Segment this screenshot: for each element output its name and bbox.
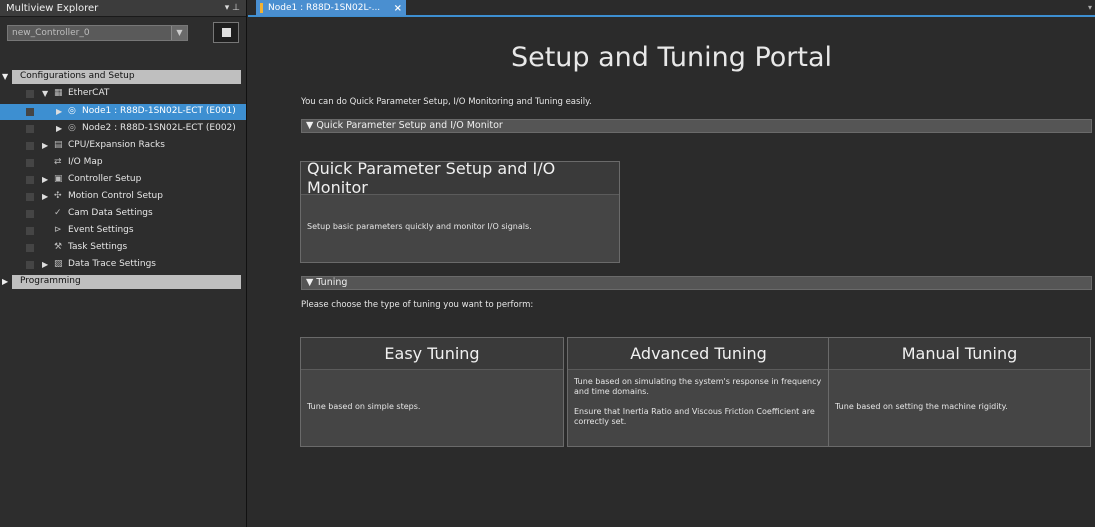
task-icon: ⚒: [54, 242, 63, 252]
expand-down-icon[interactable]: ▼: [42, 89, 48, 98]
motion-control-icon: ✣: [54, 191, 62, 201]
quick-setup-section-header[interactable]: ▼ Quick Parameter Setup and I/O Monitor: [301, 119, 1092, 133]
tree-item-task-settings[interactable]: ⚒ Task Settings: [0, 240, 246, 256]
multiview-explorer-pane: Multiview Explorer ▾ ⊥ new_Controller_0 …: [0, 0, 247, 527]
advanced-tuning-desc: Tune based on simulating the system's re…: [574, 377, 823, 437]
io-map-icon: ⇄: [54, 157, 62, 167]
tab-label: Node1 : R88D-1SN02L-...: [268, 3, 381, 13]
expand-right-icon[interactable]: ▶: [42, 192, 48, 201]
controller-select-value: new_Controller_0: [12, 28, 90, 38]
tab-node1[interactable]: Node1 : R88D-1SN02L-... ×: [256, 0, 406, 16]
rack-icon: ▤: [54, 140, 63, 150]
explorer-title: Multiview Explorer: [6, 2, 99, 14]
expand-right-icon[interactable]: ▶: [56, 124, 62, 133]
easy-tuning-desc: Tune based on simple steps.: [307, 402, 421, 411]
event-icon: ⊳: [54, 225, 62, 235]
tree-item-configurations-and-setup[interactable]: ▼ Configurations and Setup: [2, 70, 241, 84]
chevron-down-icon[interactable]: ▼: [171, 26, 187, 40]
tree-item-label: Cam Data Settings: [68, 208, 153, 218]
expand-right-icon[interactable]: ▶: [42, 141, 48, 150]
expand-down-icon[interactable]: ▼: [2, 72, 8, 81]
tree-item-label: Data Trace Settings: [68, 259, 157, 269]
setup-tuning-portal: Setup and Tuning Portal You can do Quick…: [248, 19, 1095, 527]
quick-parameter-setup-title: Quick Parameter Setup and I/O Monitor: [301, 159, 619, 197]
tree-item-label: Motion Control Setup: [68, 191, 163, 201]
easy-tuning-card[interactable]: Easy Tuning Tune based on simple steps.: [300, 337, 564, 447]
expand-right-icon[interactable]: ▶: [56, 107, 62, 116]
tuning-section-header[interactable]: ▼ Tuning: [301, 276, 1092, 290]
tree-checkbox[interactable]: [26, 227, 34, 235]
tuning-intro-text: Please choose the type of tuning you wan…: [301, 300, 534, 310]
tree-checkbox[interactable]: [26, 108, 34, 116]
tree-item-programming[interactable]: ▶ Programming: [2, 275, 241, 289]
tree-item-label: CPU/Expansion Racks: [68, 140, 165, 150]
quick-parameter-setup-card[interactable]: Quick Parameter Setup and I/O Monitor Se…: [300, 159, 620, 263]
advanced-tuning-card[interactable]: Advanced Tuning Tune based on simulating…: [567, 337, 830, 447]
explorer-title-bar: Multiview Explorer ▾ ⊥: [0, 0, 246, 17]
tree-item-controller-setup[interactable]: ▶ ▣ Controller Setup: [0, 172, 246, 188]
tree-checkbox[interactable]: [26, 125, 34, 133]
expand-right-icon[interactable]: ▶: [2, 277, 8, 286]
controller-row: new_Controller_0 ▼: [0, 17, 246, 50]
expand-right-icon[interactable]: ▶: [42, 175, 48, 184]
tree-checkbox[interactable]: [26, 176, 34, 184]
tree-item-event-settings[interactable]: ⊳ Event Settings: [0, 223, 246, 239]
tree-checkbox[interactable]: [26, 90, 34, 98]
quick-parameter-setup-desc: Setup basic parameters quickly and monit…: [307, 222, 532, 231]
tree-item-label: Node2 : R88D-1SN02L-ECT (E002): [82, 123, 236, 133]
tree-item-node1[interactable]: ▶ ◎ Node1 : R88D-1SN02L-ECT (E001): [0, 104, 246, 120]
data-trace-icon: ▨: [54, 259, 63, 269]
tree-item-motion-control-setup[interactable]: ▶ ✣ Motion Control Setup: [0, 189, 246, 205]
controller-button[interactable]: [213, 22, 239, 43]
tree-item-label: Programming: [20, 276, 81, 286]
tree-item-data-trace-settings[interactable]: ▶ ▨ Data Trace Settings: [0, 257, 246, 273]
cam-data-icon: ✓: [54, 208, 62, 218]
advanced-tuning-desc-1: Tune based on simulating the system's re…: [574, 377, 822, 396]
manual-tuning-desc: Tune based on setting the machine rigidi…: [835, 402, 1008, 411]
tree-item-label: Event Settings: [68, 225, 134, 235]
pin-marker-icon: [260, 3, 263, 13]
document-tab-strip: Node1 : R88D-1SN02L-... × ▾: [248, 0, 1095, 17]
node-icon: ◎: [68, 106, 76, 116]
tree-item-label: Controller Setup: [68, 174, 142, 184]
tree-item-label: Node1 : R88D-1SN02L-ECT (E001): [82, 106, 236, 116]
portal-intro-text: You can do Quick Parameter Setup, I/O Mo…: [301, 97, 592, 107]
tree-checkbox[interactable]: [26, 261, 34, 269]
manual-tuning-title: Manual Tuning: [829, 338, 1090, 370]
tree-checkbox[interactable]: [26, 142, 34, 150]
tree-checkbox[interactable]: [26, 159, 34, 167]
advanced-tuning-desc-2: Ensure that Inertia Ratio and Viscous Fr…: [574, 407, 815, 426]
tree-item-node2[interactable]: ▶ ◎ Node2 : R88D-1SN02L-ECT (E002): [0, 121, 246, 137]
close-icon[interactable]: ×: [394, 3, 402, 14]
tree-item-label: Configurations and Setup: [20, 71, 135, 81]
tree-checkbox[interactable]: [26, 244, 34, 252]
controller-setup-icon: ▣: [54, 174, 63, 184]
tab-menu-icon[interactable]: ▾: [1088, 3, 1092, 12]
ethercat-icon: ▦: [54, 88, 63, 98]
easy-tuning-title: Easy Tuning: [301, 338, 563, 370]
tree-checkbox[interactable]: [26, 210, 34, 218]
tree-item-io-map[interactable]: ⇄ I/O Map: [0, 155, 246, 171]
tree-item-cpu-expansion-racks[interactable]: ▶ ▤ CPU/Expansion Racks: [0, 138, 246, 154]
tree-checkbox[interactable]: [26, 193, 34, 201]
advanced-tuning-title: Advanced Tuning: [568, 338, 829, 370]
expand-right-icon[interactable]: ▶: [42, 260, 48, 269]
tree-item-cam-data-settings[interactable]: ✓ Cam Data Settings: [0, 206, 246, 222]
node-icon: ◎: [68, 123, 76, 133]
tree-item-ethercat[interactable]: ▼ ▦ EtherCAT: [0, 86, 246, 102]
page-title: Setup and Tuning Portal: [510, 42, 833, 73]
tree-item-label: Task Settings: [68, 242, 128, 252]
tree-item-label: I/O Map: [68, 157, 103, 167]
pin-icon[interactable]: ▾ ⊥: [225, 3, 240, 13]
tree-item-label: EtherCAT: [68, 88, 110, 98]
manual-tuning-card[interactable]: Manual Tuning Tune based on setting the …: [828, 337, 1091, 447]
controller-select[interactable]: new_Controller_0 ▼: [7, 25, 188, 41]
